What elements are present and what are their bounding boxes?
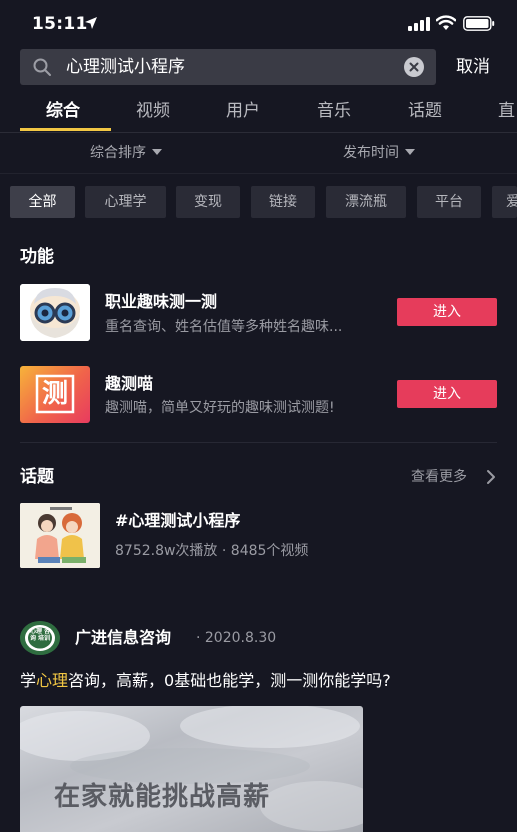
tab-topics[interactable]: 话题 <box>408 100 442 122</box>
highlight-keyword: 心理 <box>36 671 69 690</box>
author-name[interactable]: 广进信息咨询 <box>75 628 171 648</box>
function-desc: 趣测喵，简单又好玩的趣味测试测题! <box>105 400 335 416</box>
publish-time-dropdown[interactable]: 发布时间 <box>343 143 415 163</box>
functions-section-title: 功能 <box>20 247 54 267</box>
search-input[interactable]: 心理测试小程序 <box>66 57 185 77</box>
topic-illustration <box>20 503 100 568</box>
topics-section-title: 话题 <box>20 467 54 487</box>
tabs-divider <box>0 132 517 133</box>
thumbnail-caption: 在家就能挑战高薪 <box>54 782 271 812</box>
tab-videos[interactable]: 视频 <box>136 100 170 122</box>
post-date: · 2020.8.30 <box>196 630 277 646</box>
wifi-icon <box>436 15 456 30</box>
tab-music[interactable]: 音乐 <box>317 100 351 122</box>
topic-stats: 8752.8w次播放 · 8485个视频 <box>115 543 309 559</box>
chip-monetize[interactable]: 变现 <box>176 186 240 218</box>
chip-drift-bottle[interactable]: 漂流瓶 <box>326 186 406 218</box>
chip-platform[interactable]: 平台 <box>417 186 481 218</box>
clear-icon[interactable] <box>404 57 424 77</box>
chevron-right-icon[interactable] <box>486 469 496 485</box>
post-text: 学心理咨询，高薪，0基础也能学，测一测你能学吗? <box>20 671 391 690</box>
thumbnail-texture <box>20 706 363 831</box>
publish-time-label: 发布时间 <box>343 145 399 161</box>
tab-live[interactable]: 直 <box>498 100 515 122</box>
career-test-icon <box>20 284 90 341</box>
qucemiao-icon-char: 测 <box>41 379 68 409</box>
location-arrow-icon <box>85 17 97 29</box>
search-bar[interactable]: 心理测试小程序 <box>20 49 436 85</box>
caret-down-icon <box>152 149 162 155</box>
cellular-signal-icon <box>408 17 430 31</box>
enter-button[interactable]: 进入 <box>397 298 497 326</box>
function-desc: 重名查询、姓名估值等多种姓名趣味... <box>105 319 343 335</box>
topic-thumbnail[interactable] <box>20 503 100 568</box>
section-divider <box>20 442 497 443</box>
chip-psychology[interactable]: 心理学 <box>85 186 166 218</box>
function-name: 职业趣味测一测 <box>105 292 218 311</box>
chip-all[interactable]: 全部 <box>10 186 75 218</box>
cancel-button[interactable]: 取消 <box>456 57 490 77</box>
function-icon-qucemiao[interactable]: 测 <box>20 366 90 423</box>
status-time: 15:11 <box>32 14 88 34</box>
search-icon <box>33 58 51 76</box>
sort-order-label: 综合排序 <box>90 145 146 161</box>
function-icon-career-test[interactable] <box>20 284 90 341</box>
function-name: 趣测喵 <box>105 374 154 393</box>
battery-icon <box>463 16 495 31</box>
tab-users[interactable]: 用户 <box>226 100 260 122</box>
tab-general[interactable]: 综合 <box>46 100 80 122</box>
sort-divider <box>0 173 517 174</box>
chip-more[interactable]: 爱 <box>492 186 517 218</box>
avatar-text: 心理 咨询 培训 <box>29 628 51 642</box>
post-video-thumbnail[interactable]: 在家就能挑战高薪 <box>20 706 363 832</box>
enter-button[interactable]: 进入 <box>397 380 497 408</box>
see-more-link[interactable]: 查看更多 <box>411 468 467 486</box>
chip-link[interactable]: 链接 <box>251 186 315 218</box>
caret-down-icon <box>405 149 415 155</box>
status-bar: 15:11 <box>0 0 517 46</box>
active-tab-indicator <box>20 128 111 131</box>
avatar[interactable]: 心理 咨询 培训 <box>20 621 60 655</box>
sort-order-dropdown[interactable]: 综合排序 <box>90 143 162 163</box>
topic-name[interactable]: #心理测试小程序 <box>115 511 240 531</box>
